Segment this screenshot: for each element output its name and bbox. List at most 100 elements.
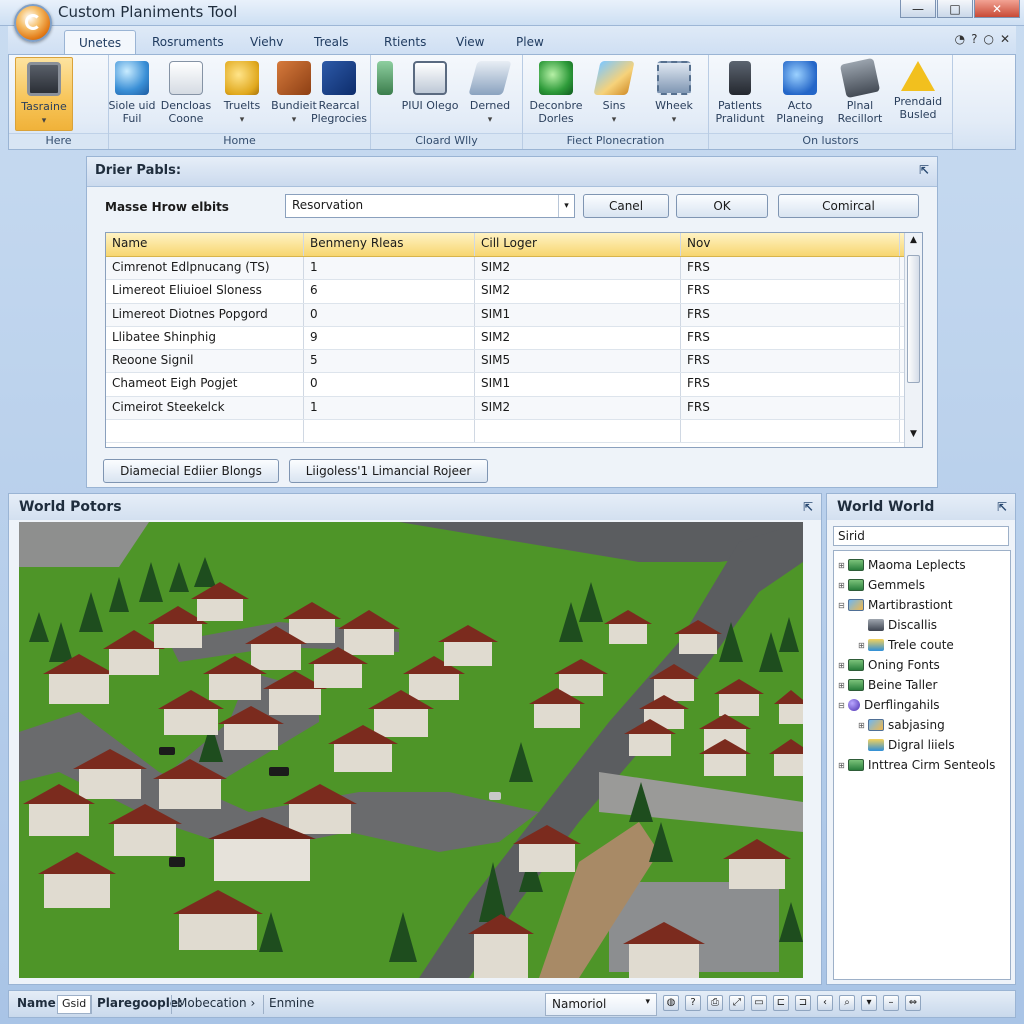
resize-icon[interactable]: ⇔: [905, 995, 921, 1011]
tree-node[interactable]: ⊞ Inttrea Cirm Senteols: [834, 755, 1010, 775]
help-icon[interactable]: ?: [971, 32, 977, 46]
collapse-icon[interactable]: ⊟: [838, 701, 848, 710]
pin-icon[interactable]: ⇱: [997, 500, 1007, 514]
acto-planeing-button[interactable]: Acto Planeing: [771, 57, 829, 131]
tab-rtients[interactable]: Rtients: [370, 30, 440, 54]
pin-icon[interactable]: ⇱: [803, 500, 813, 514]
chevron-down-icon[interactable]: ▾: [645, 997, 650, 1007]
back-icon[interactable]: ‹: [817, 995, 833, 1011]
diamecial-button[interactable]: Diamecial Ediier Blongs: [103, 459, 279, 483]
application-menu-button[interactable]: [14, 4, 52, 42]
tab-rosruments[interactable]: Rosruments: [138, 30, 238, 54]
chevron-down-icon[interactable]: ▾: [861, 995, 877, 1011]
column-header-cill-loger[interactable]: Cill Loger: [475, 233, 681, 256]
status-name-field[interactable]: Gsid: [57, 995, 92, 1014]
expand-icon[interactable]: ⊞: [858, 721, 868, 730]
table-row[interactable]: Limereot Diotnes Popgord 0 SIM1 FRS: [106, 303, 922, 327]
minimize-button[interactable]: —: [900, 0, 936, 18]
ribbon-tab-strip: Unetes Rosruments Viehv Treals Rtients V…: [8, 26, 1016, 54]
tree-node-label: Oning Fonts: [868, 658, 940, 672]
derned-button[interactable]: Derned ▾: [461, 57, 519, 131]
tree-node[interactable]: ⊞ Maoma Leplects: [834, 555, 1010, 575]
tab-view[interactable]: View: [442, 30, 498, 54]
status-field-mobecation[interactable]: Mobecation ›: [177, 996, 255, 1010]
filter-dropdown[interactable]: Resorvation ▾: [285, 194, 575, 218]
expand-icon[interactable]: ⊞: [838, 661, 848, 670]
minus-icon[interactable]: –: [883, 995, 899, 1011]
tree-node[interactable]: ⊞ Oning Fonts: [834, 655, 1010, 675]
expand-icon[interactable]: ⊞: [838, 561, 848, 570]
expand-icon[interactable]: ⊞: [838, 581, 848, 590]
cell-value: 1: [304, 257, 475, 280]
tree-node[interactable]: ⊞ Beine Taller: [834, 675, 1010, 695]
options-icon[interactable]: ○: [983, 32, 993, 46]
tab-plew[interactable]: Plew: [502, 30, 558, 54]
scroll-down-icon[interactable]: ▼: [905, 429, 922, 445]
ribbon-minimize-icon[interactable]: ◔: [955, 32, 965, 46]
scroll-up-icon[interactable]: ▲: [905, 235, 922, 251]
tree-node[interactable]: Discallis: [834, 615, 1010, 635]
scroll-thumb[interactable]: [907, 255, 920, 383]
table-row[interactable]: Cimrenot Edlpnucang (TS) 1 SIM2 FRS: [106, 257, 922, 281]
status-dropdown[interactable]: Namoriol ▾: [545, 993, 657, 1016]
status-field-enmine[interactable]: Enmine: [269, 996, 314, 1010]
globe-icon[interactable]: ◍: [663, 995, 679, 1011]
tree-node[interactable]: Digral liiels: [834, 735, 1010, 755]
column-header-name[interactable]: Name: [106, 233, 304, 256]
print-icon[interactable]: ⎙: [707, 995, 723, 1011]
tab-viehv[interactable]: Viehv: [236, 30, 297, 54]
tower-button[interactable]: [365, 57, 405, 131]
close-doc-icon[interactable]: ✕: [1000, 32, 1010, 46]
window-icon[interactable]: ▭: [751, 995, 767, 1011]
maximize-button[interactable]: □: [937, 0, 973, 18]
pin-icon[interactable]: ⇱: [919, 163, 929, 177]
chevron-down-icon[interactable]: ▾: [558, 195, 574, 217]
dencloas-coone-button[interactable]: Dencloas Coone: [157, 57, 215, 131]
expand-icon[interactable]: ⤢: [729, 995, 745, 1011]
truelts-button[interactable]: Truelts ▾: [213, 57, 271, 131]
world-viewport[interactable]: [19, 522, 803, 978]
dock-left-icon[interactable]: ⊏: [773, 995, 789, 1011]
table-row[interactable]: Cimeirot Steekelck 1 SIM2 FRS: [106, 396, 922, 421]
column-header-nov[interactable]: Nov: [681, 233, 900, 256]
status-field-plaregoople[interactable]: Plaregoople:: [97, 996, 183, 1010]
patlents-pralidunt-button[interactable]: Patlents Pralidunt: [711, 57, 769, 131]
wheek-button[interactable]: Wheek ▾: [645, 57, 703, 131]
prendaid-busled-button[interactable]: Prendaid Busled: [889, 57, 947, 131]
chevron-down-icon: ▾: [487, 115, 493, 125]
expand-icon[interactable]: ⊞: [858, 641, 868, 650]
tree-node[interactable]: ⊟ Derflingahils: [834, 695, 1010, 715]
table-row[interactable]: [106, 420, 922, 444]
table-row[interactable]: Chameot Eigh Pogjet 0 SIM1 FRS: [106, 373, 922, 397]
table-row[interactable]: Limereot Eliuioel Sloness 6 SIM2 FRS: [106, 280, 922, 304]
grid-scrollbar[interactable]: ▲ ▼: [904, 233, 922, 447]
sins-button[interactable]: Sins ▾: [585, 57, 643, 131]
rearcal-plegrocies-button[interactable]: Rearcal Plegrocies: [309, 57, 369, 131]
deconbre-dorles-button[interactable]: Deconbre Dorles: [527, 57, 585, 131]
zoom-icon[interactable]: ⌕: [839, 995, 855, 1011]
expand-icon[interactable]: ⊞: [838, 681, 848, 690]
column-header-benmeny-rleas[interactable]: Benmeny Rleas: [304, 233, 475, 256]
tree-node[interactable]: ⊞ Gemmels: [834, 575, 1010, 595]
tree-node[interactable]: ⊞ Trele coute: [834, 635, 1010, 655]
tree-node[interactable]: ⊟ Martibrastiont: [834, 595, 1010, 615]
collapse-icon[interactable]: ⊟: [838, 601, 848, 610]
help-icon[interactable]: ?: [685, 995, 701, 1011]
tab-unetes[interactable]: Unetes: [64, 30, 137, 54]
piui-olego-button[interactable]: PIUI Olego: [401, 57, 459, 131]
table-row[interactable]: Reoone Signil 5 SIM5 FRS: [106, 350, 922, 374]
expand-icon[interactable]: ⊞: [838, 761, 848, 770]
tasraine-button[interactable]: Tasraine ▾: [15, 57, 73, 131]
cancel-button[interactable]: Canel: [583, 194, 669, 218]
table-row[interactable]: Llibatee Shinphig 9 SIM2 FRS: [106, 326, 922, 351]
comircal-button[interactable]: Comircal: [778, 194, 919, 218]
siole-uid-fuil-button[interactable]: Siole uid Fuil: [103, 57, 161, 131]
dock-right-icon[interactable]: ⊐: [795, 995, 811, 1011]
plnal-recillort-button[interactable]: Plnal Recillort: [831, 57, 889, 131]
tab-treals[interactable]: Treals: [300, 30, 363, 54]
tree-search-input[interactable]: Sirid: [833, 526, 1009, 546]
close-button[interactable]: ✕: [974, 0, 1020, 18]
limancial-button[interactable]: Liigoless'1 Limancial Rojeer: [289, 459, 488, 483]
ok-button[interactable]: OK: [676, 194, 768, 218]
tree-node[interactable]: ⊞ sabjasing: [834, 715, 1010, 735]
